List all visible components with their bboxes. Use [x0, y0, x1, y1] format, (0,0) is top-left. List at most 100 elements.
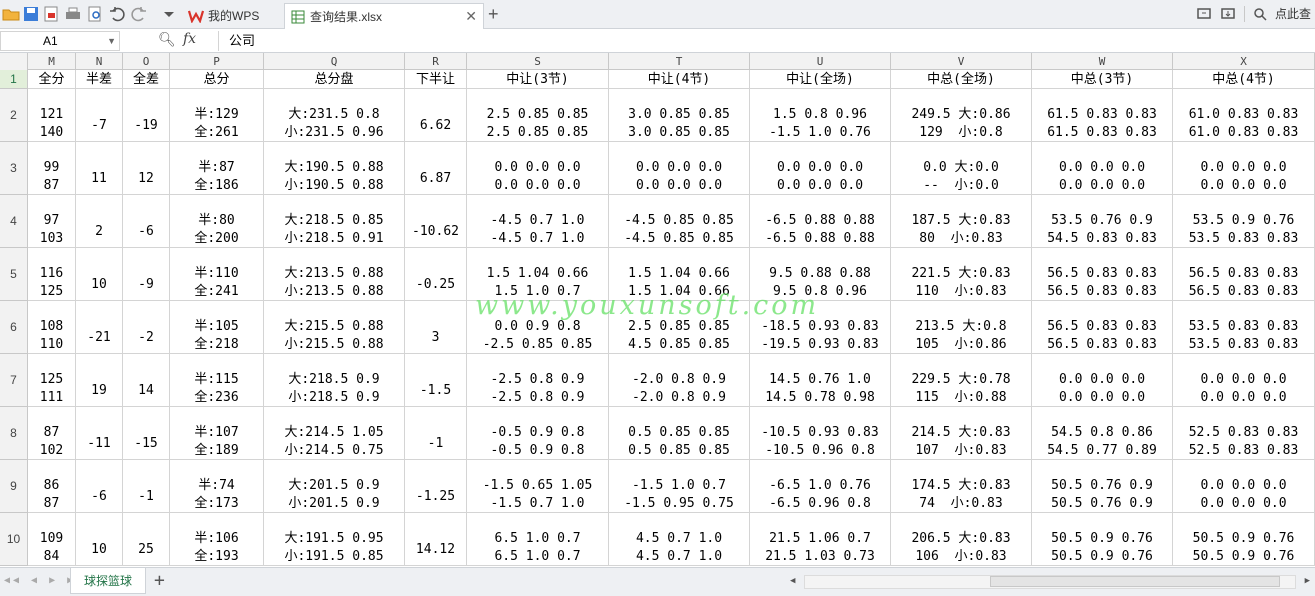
table-cell[interactable]: 50.5 0.76 0.9 50.5 0.76 0.9: [1032, 460, 1173, 513]
table-cell[interactable]: 大:218.5 0.85 小:218.5 0.91: [264, 195, 405, 248]
table-cell[interactable]: 9.5 0.88 0.88 9.5 0.8 0.96: [750, 248, 891, 301]
header-cell[interactable]: 中让(3节): [467, 70, 609, 89]
column-header-R[interactable]: R: [405, 53, 467, 70]
table-cell[interactable]: 12: [123, 142, 170, 195]
table-cell[interactable]: 半:115 全:236: [170, 354, 264, 407]
table-cell[interactable]: -0.5 0.9 0.8 -0.5 0.9 0.8: [467, 407, 609, 460]
open-folder-icon[interactable]: [2, 5, 20, 23]
table-cell[interactable]: 1.5 1.04 0.66 1.5 1.04 0.66: [609, 248, 750, 301]
horizontal-scrollbar[interactable]: ◀ ▶: [790, 575, 1310, 589]
row-header[interactable]: 7: [0, 354, 28, 407]
table-cell[interactable]: -6: [76, 460, 123, 513]
name-box[interactable]: A1 ▼: [0, 31, 120, 51]
table-cell[interactable]: 14: [123, 354, 170, 407]
table-cell[interactable]: 121 140: [28, 89, 76, 142]
table-cell[interactable]: 大:218.5 0.9 小:218.5 0.9: [264, 354, 405, 407]
table-cell[interactable]: -2: [123, 301, 170, 354]
table-cell[interactable]: 大:214.5 1.05 小:214.5 0.75: [264, 407, 405, 460]
table-cell[interactable]: 半:110 全:241: [170, 248, 264, 301]
table-cell[interactable]: 108 110: [28, 301, 76, 354]
add-sheet-button[interactable]: +: [154, 570, 165, 591]
header-cell[interactable]: 中让(全场): [750, 70, 891, 89]
table-cell[interactable]: 0.0 大:0.0 -- 小:0.0: [891, 142, 1032, 195]
table-cell[interactable]: 56.5 0.83 0.83 56.5 0.83 0.83: [1032, 248, 1173, 301]
table-cell[interactable]: 0.0 0.0 0.0 0.0 0.0 0.0: [1173, 460, 1315, 513]
table-cell[interactable]: -2.0 0.8 0.9 -2.0 0.8 0.9: [609, 354, 750, 407]
table-cell[interactable]: 6.5 1.0 0.7 6.5 1.0 0.7: [467, 513, 609, 566]
table-cell[interactable]: 半:74 全:173: [170, 460, 264, 513]
spreadsheet-grid[interactable]: M N O P Q R S T U V W X 1 全分 半差 全差 总分 总分盘 下半让 中让(3节) 中让(4节) 中…: [0, 53, 1315, 567]
row-header[interactable]: 4: [0, 195, 28, 248]
table-cell[interactable]: 0.0 0.0 0.0 0.0 0.0 0.0: [1173, 142, 1315, 195]
export-pdf-icon[interactable]: [42, 5, 60, 23]
table-cell[interactable]: 50.5 0.9 0.76 50.5 0.9 0.76: [1173, 513, 1315, 566]
table-cell[interactable]: 0.5 0.85 0.85 0.5 0.85 0.85: [609, 407, 750, 460]
table-cell[interactable]: 214.5 大:0.83 107 小:0.83: [891, 407, 1032, 460]
table-cell[interactable]: 125 111: [28, 354, 76, 407]
chevron-down-icon[interactable]: ▼: [107, 32, 116, 50]
table-cell[interactable]: 大:231.5 0.8 小:231.5 0.96: [264, 89, 405, 142]
column-header-V[interactable]: V: [891, 53, 1032, 70]
table-cell[interactable]: 半:80 全:200: [170, 195, 264, 248]
table-cell[interactable]: 2.5 0.85 0.85 2.5 0.85 0.85: [467, 89, 609, 142]
table-cell[interactable]: -6.5 0.88 0.88 -6.5 0.88 0.88: [750, 195, 891, 248]
table-cell[interactable]: 206.5 大:0.83 106 小:0.83: [891, 513, 1032, 566]
table-cell[interactable]: -1.5 1.0 0.7 -1.5 0.95 0.75: [609, 460, 750, 513]
row-header[interactable]: 3: [0, 142, 28, 195]
header-cell[interactable]: 全分: [28, 70, 76, 89]
table-cell[interactable]: 187.5 大:0.83 80 小:0.83: [891, 195, 1032, 248]
table-cell[interactable]: -10.5 0.93 0.83 -10.5 0.96 0.8: [750, 407, 891, 460]
table-cell[interactable]: 大:215.5 0.88 小:215.5 0.88: [264, 301, 405, 354]
header-cell[interactable]: 全差: [123, 70, 170, 89]
function-icon[interactable]: fx: [183, 31, 196, 47]
table-cell[interactable]: 10: [76, 248, 123, 301]
header-cell[interactable]: 下半让: [405, 70, 467, 89]
table-cell[interactable]: 半:87 全:186: [170, 142, 264, 195]
table-cell[interactable]: 174.5 大:0.83 74 小:0.83: [891, 460, 1032, 513]
table-cell[interactable]: -7: [76, 89, 123, 142]
table-cell[interactable]: 6.87: [405, 142, 467, 195]
table-cell[interactable]: 213.5 大:0.8 105 小:0.86: [891, 301, 1032, 354]
column-header-O[interactable]: O: [123, 53, 170, 70]
table-cell[interactable]: -4.5 0.85 0.85 -4.5 0.85 0.85: [609, 195, 750, 248]
table-cell[interactable]: 86 87: [28, 460, 76, 513]
table-cell[interactable]: 10: [76, 513, 123, 566]
row-header[interactable]: 2: [0, 89, 28, 142]
table-cell[interactable]: -15: [123, 407, 170, 460]
row-header[interactable]: 1: [0, 70, 28, 89]
table-cell[interactable]: 97 103: [28, 195, 76, 248]
scroll-left-icon[interactable]: ◀: [790, 576, 795, 586]
table-cell[interactable]: -6: [123, 195, 170, 248]
table-cell[interactable]: -6.5 1.0 0.76 -6.5 0.96 0.8: [750, 460, 891, 513]
column-header-Q[interactable]: Q: [264, 53, 405, 70]
table-cell[interactable]: -18.5 0.93 0.83 -19.5 0.93 0.83: [750, 301, 891, 354]
table-cell[interactable]: -1.5 0.65 1.05 -1.5 0.7 1.0: [467, 460, 609, 513]
table-cell[interactable]: 54.5 0.8 0.86 54.5 0.77 0.89: [1032, 407, 1173, 460]
table-cell[interactable]: -19: [123, 89, 170, 142]
table-cell[interactable]: 6.62: [405, 89, 467, 142]
print-icon[interactable]: [64, 5, 82, 23]
column-header-S[interactable]: S: [467, 53, 609, 70]
table-cell[interactable]: 56.5 0.83 0.83 56.5 0.83 0.83: [1032, 301, 1173, 354]
table-cell[interactable]: 116 125: [28, 248, 76, 301]
download-icon[interactable]: [1220, 6, 1236, 22]
table-cell[interactable]: -4.5 0.7 1.0 -4.5 0.7 1.0: [467, 195, 609, 248]
zoom-search-icon[interactable]: 🔍︎: [158, 32, 176, 48]
column-header-M[interactable]: M: [28, 53, 76, 70]
column-header-U[interactable]: U: [750, 53, 891, 70]
save-icon[interactable]: [22, 5, 40, 23]
table-cell[interactable]: 半:105 全:218: [170, 301, 264, 354]
table-cell[interactable]: 半:129 全:261: [170, 89, 264, 142]
table-cell[interactable]: -1: [123, 460, 170, 513]
row-header[interactable]: 6: [0, 301, 28, 354]
table-cell[interactable]: 半:107 全:189: [170, 407, 264, 460]
table-cell[interactable]: 87 102: [28, 407, 76, 460]
table-cell[interactable]: 52.5 0.83 0.83 52.5 0.83 0.83: [1173, 407, 1315, 460]
tab-my-wps[interactable]: 我的WPS: [182, 3, 282, 28]
table-cell[interactable]: -0.25: [405, 248, 467, 301]
scroll-thumb[interactable]: [990, 576, 1280, 587]
table-cell[interactable]: 3: [405, 301, 467, 354]
table-cell[interactable]: 0.0 0.9 0.8 -2.5 0.85 0.85: [467, 301, 609, 354]
row-header[interactable]: 9: [0, 460, 28, 513]
table-cell[interactable]: 0.0 0.0 0.0 0.0 0.0 0.0: [609, 142, 750, 195]
